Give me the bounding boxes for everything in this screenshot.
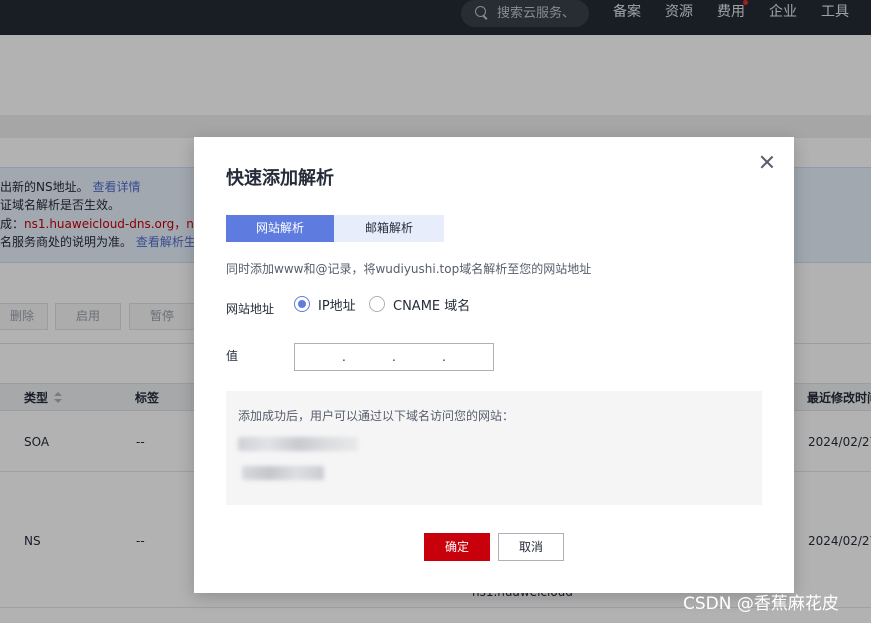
ip-octet-4[interactable] xyxy=(445,344,495,370)
tab-email-resolution[interactable]: 邮箱解析 xyxy=(334,215,444,242)
ip-separator: . xyxy=(392,350,396,364)
close-icon[interactable] xyxy=(760,155,774,169)
radio-checked-icon xyxy=(294,296,310,312)
ip-separator: . xyxy=(442,350,446,364)
access-preview-panel: 添加成功后，用户可以通过以下域名访问您的网站： xyxy=(226,391,762,505)
csdn-watermark: CSDN @香蕉麻花皮 xyxy=(683,594,839,614)
dialog-title: 快速添加解析 xyxy=(226,168,334,189)
ip-octet-3[interactable] xyxy=(395,344,445,370)
blurred-domain-www xyxy=(238,437,358,451)
dialog-description: 同时添加www和@记录，将wudiyushi.top域名解析至您的网站地址 xyxy=(226,262,592,276)
tab-website-resolution[interactable]: 网站解析 xyxy=(226,215,334,242)
blurred-domain-root xyxy=(242,466,324,480)
radio-cname-label: CNAME 域名 xyxy=(393,298,471,314)
access-preview-text: 添加成功后，用户可以通过以下域名访问您的网站： xyxy=(238,409,515,423)
quick-add-resolution-dialog: 快速添加解析 网站解析 邮箱解析 同时添加www和@记录，将wudiyushi.… xyxy=(194,137,794,593)
radio-unchecked-icon xyxy=(369,296,385,312)
radio-cname[interactable]: CNAME 域名 xyxy=(369,296,471,314)
radio-ip-address[interactable]: IP地址 xyxy=(294,296,356,314)
confirm-button[interactable]: 确定 xyxy=(424,533,490,561)
ip-octet-1[interactable] xyxy=(295,344,345,370)
cancel-button[interactable]: 取消 xyxy=(498,533,564,561)
site-address-label: 网站地址 xyxy=(226,302,275,316)
value-label: 值 xyxy=(226,349,239,363)
ip-address-input: . . . xyxy=(294,343,495,371)
ip-octet-2[interactable] xyxy=(345,344,395,370)
ip-separator: . xyxy=(342,350,346,364)
radio-ip-label: IP地址 xyxy=(318,298,356,314)
